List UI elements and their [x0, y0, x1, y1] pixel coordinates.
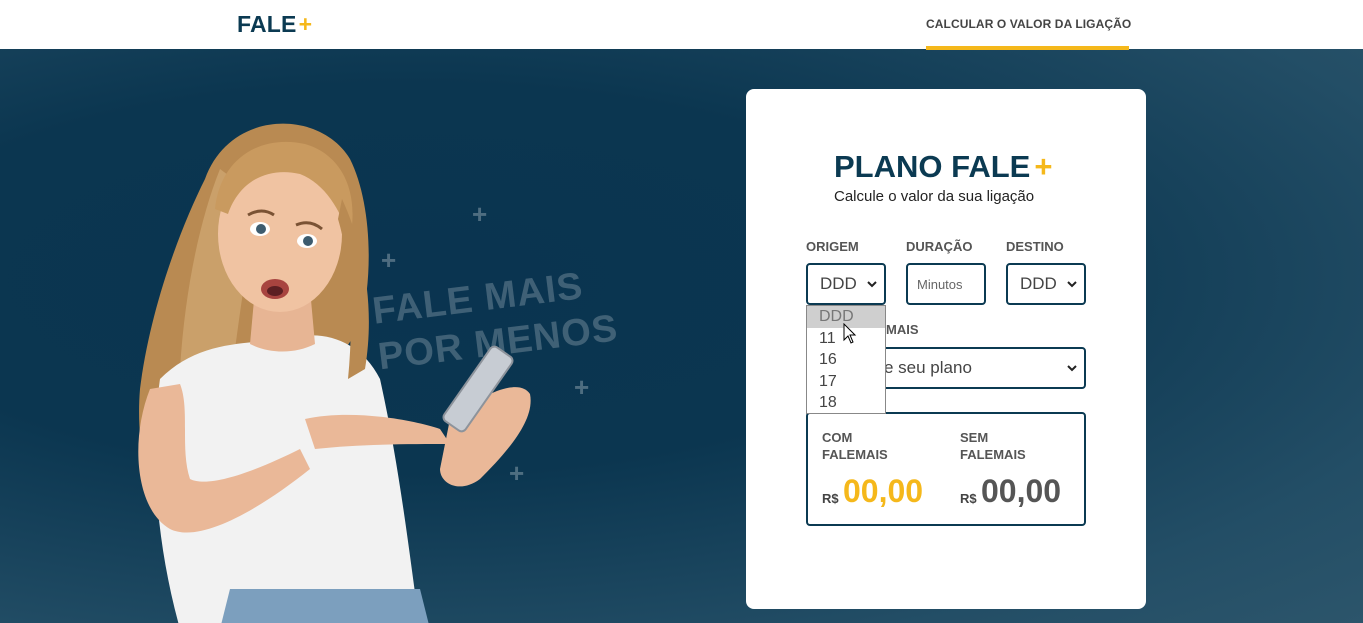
- destination-label: DESTINO: [1006, 239, 1064, 254]
- logo-plus-icon: +: [298, 11, 313, 37]
- card-title: PLANO FALE +: [834, 149, 1052, 185]
- dropdown-option[interactable]: 16: [807, 349, 885, 371]
- plan-label: MAIS: [886, 322, 919, 337]
- duration-placeholder: Minutos: [917, 277, 963, 292]
- with-plan-value: 00,00: [843, 473, 924, 509]
- mouse-cursor-icon: [843, 323, 857, 344]
- top-navbar: FALE+ CALCULAR O VALOR DA LIGAÇÃO: [0, 0, 1363, 50]
- chevron-down-icon: [1067, 365, 1077, 372]
- with-plan-label: COM FALEMAIS: [822, 430, 888, 462]
- origin-select-value: DDD: [820, 274, 857, 293]
- without-plan-label: SEM FALEMAIS: [960, 430, 1026, 462]
- nav-active-underline: [926, 46, 1129, 50]
- without-plan-currency: R$: [960, 491, 977, 506]
- logo-text: FALE: [237, 11, 297, 37]
- logo[interactable]: FALE+: [237, 11, 312, 38]
- card-subtitle: Calcule o valor da sua ligação: [834, 188, 1035, 205]
- hero-section: FALE MAIS POR MENOS + + + +: [0, 49, 1363, 623]
- origin-dropdown-list[interactable]: DDD 11 16 17 18: [806, 305, 886, 414]
- duration-label: DURAÇÃO: [906, 239, 973, 254]
- destination-select-value: DDD: [1020, 274, 1057, 293]
- title-plus-icon: +: [1034, 149, 1053, 184]
- card-title-text: PLANO FALE: [834, 149, 1031, 184]
- decorative-plus-icon: +: [574, 372, 590, 402]
- origin-label: ORIGEM: [806, 239, 859, 254]
- destination-select[interactable]: DDD: [1006, 263, 1086, 305]
- chevron-down-icon: [1067, 281, 1077, 288]
- dropdown-option[interactable]: 17: [807, 371, 885, 393]
- plan-select-value: e seu plano: [884, 358, 972, 377]
- results-box: COM FALEMAIS SEM FALEMAIS R$ 00,00 R$ 00…: [806, 412, 1086, 526]
- origin-select[interactable]: DDD: [806, 263, 886, 305]
- woman-with-phone-image: [138, 123, 531, 623]
- with-plan-currency: R$: [822, 491, 839, 506]
- without-plan-value: 00,00: [981, 473, 1062, 509]
- dropdown-option[interactable]: 18: [807, 392, 885, 414]
- nav-calculate-link[interactable]: CALCULAR O VALOR DA LIGAÇÃO: [926, 17, 1131, 31]
- duration-input[interactable]: Minutos: [906, 263, 986, 305]
- chevron-down-icon: [867, 281, 877, 288]
